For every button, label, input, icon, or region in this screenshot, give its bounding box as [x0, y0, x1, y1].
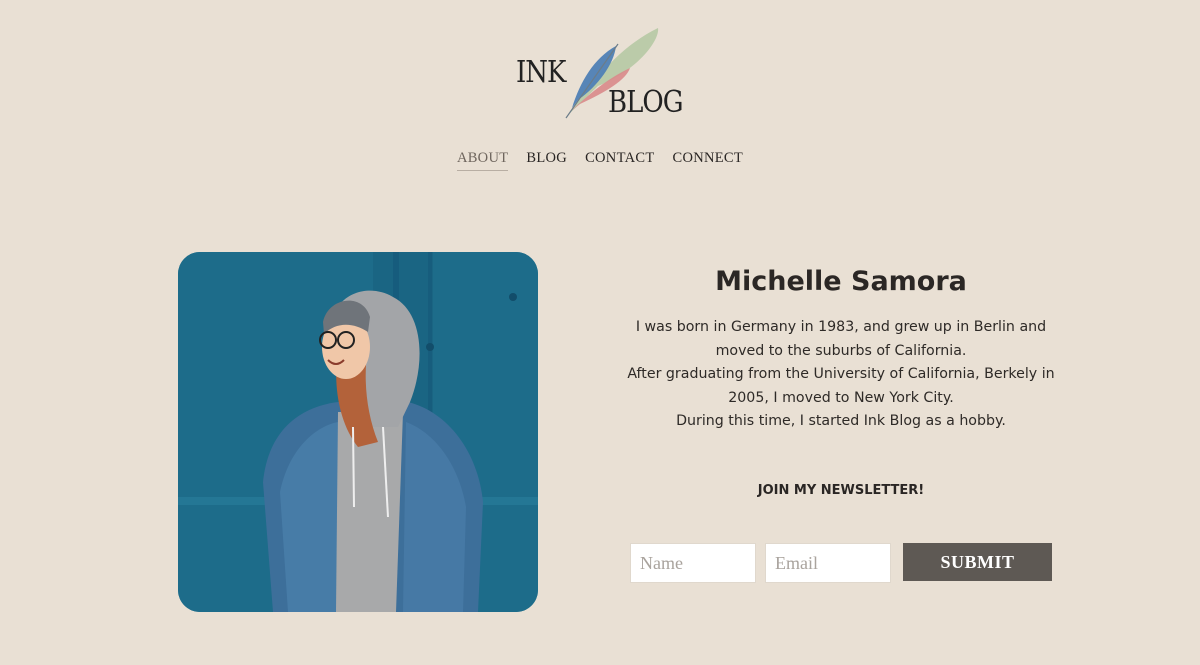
email-input[interactable] [765, 543, 891, 583]
main-nav: ABOUT BLOG CONTACT CONNECT [0, 150, 1200, 171]
newsletter-heading: JOIN MY NEWSLETTER! [757, 483, 925, 498]
nav-item-contact[interactable]: CONTACT [585, 150, 654, 171]
bio-line: After graduating from the University of … [627, 366, 1055, 406]
nav-item-blog[interactable]: BLOG [526, 150, 567, 171]
bio-line: During this time, I started Ink Blog as … [676, 413, 1006, 429]
site-logo[interactable]: INK BLOG [510, 20, 690, 130]
profile-bio: I was born in Germany in 1983, and grew … [620, 316, 1062, 434]
bio-line: I was born in Germany in 1983, and grew … [635, 319, 1047, 359]
profile-photo [178, 252, 538, 612]
name-input[interactable] [630, 543, 756, 583]
newsletter-form: SUBMIT [630, 543, 1052, 583]
logo-text-blog: BLOG [608, 85, 683, 121]
logo-text-ink: INK [516, 55, 566, 91]
submit-button[interactable]: SUBMIT [903, 543, 1052, 581]
profile-name: Michelle Samora [715, 266, 967, 297]
nav-item-connect[interactable]: CONNECT [672, 150, 743, 171]
nav-item-about[interactable]: ABOUT [456, 150, 509, 171]
